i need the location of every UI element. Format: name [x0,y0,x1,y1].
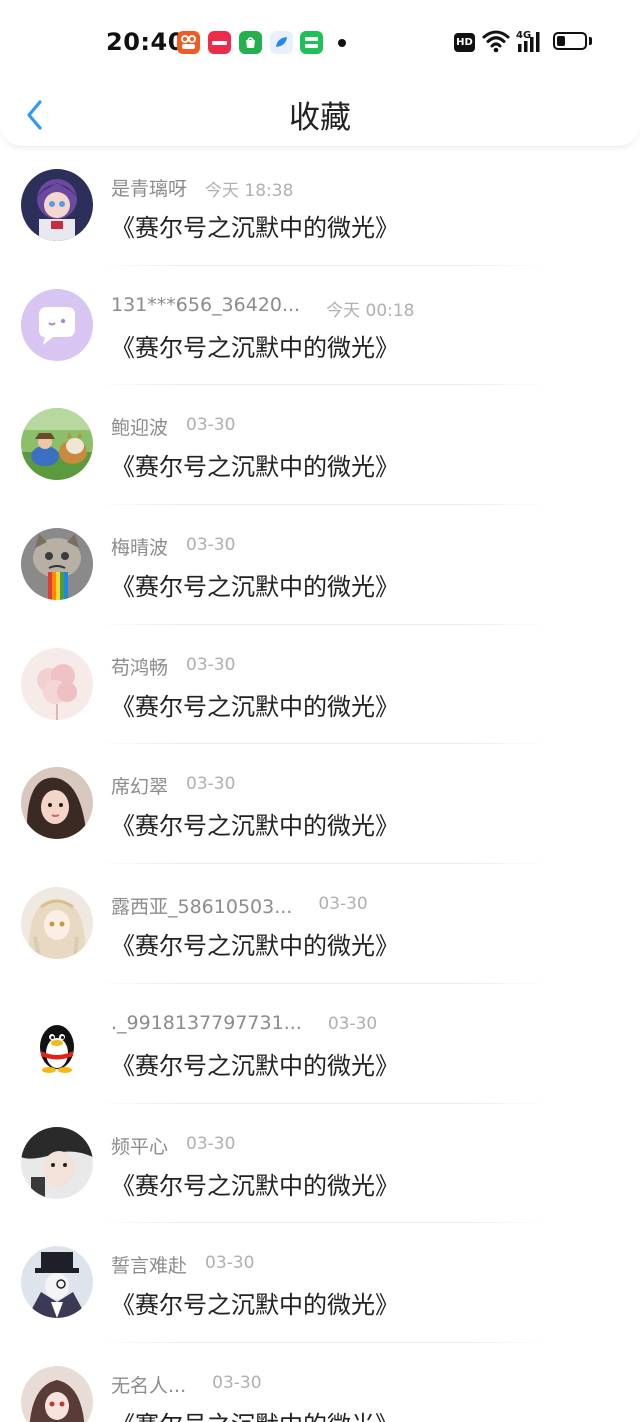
app-notification-icon [208,31,231,54]
work-title[interactable]: 《赛尔号之沉默中的微光》 [111,567,399,602]
username[interactable]: 席幻翠 [111,772,168,799]
avatar[interactable] [21,528,93,601]
meta-row: 席幻翠 03-30 [111,772,235,798]
work-title[interactable]: 《赛尔号之沉默中的微光》 [111,328,399,363]
list-item[interactable]: 苟鸿畅 03-30 《赛尔号之沉默中的微光》 [0,625,640,745]
username[interactable]: 露西亚_58610503... [111,892,292,919]
avatar[interactable] [21,1365,93,1422]
username[interactable]: 梅晴波 [111,533,168,560]
avatar[interactable] [21,887,93,960]
username[interactable]: 誓言难赴 [111,1251,187,1278]
meta-row: 誓言难赴 03-30 [111,1251,254,1277]
work-title[interactable]: 《赛尔号之沉默中的微光》 [111,1046,399,1081]
work-title[interactable]: 《赛尔号之沉默中的微光》 [111,806,399,841]
app-notification-icon [300,31,323,54]
timestamp: 今天 00:18 [326,300,415,321]
avatar[interactable] [21,1126,93,1199]
meta-row: 频平心 03-30 [111,1132,235,1158]
list-item[interactable]: 是青璃呀 今天 18:38 《赛尔号之沉默中的微光》 [0,146,640,266]
meta-row: 露西亚_58610503... 03-30 [111,892,368,918]
app-notification-icon [177,31,200,54]
timestamp: 03-30 [186,774,236,795]
meta-row: ._9918137797731... 03-30 [111,1012,377,1038]
timestamp: 今天 18:38 [205,181,294,201]
work-title[interactable]: 《赛尔号之沉默中的微光》 [111,687,399,722]
list-item[interactable]: 频平心 03-30 《赛尔号之沉默中的微光》 [0,1104,640,1224]
status-time: 20:40 [106,28,185,56]
status-bar: 20:40 HD 4G [0,0,640,86]
username[interactable]: 鲍迎波 [111,413,168,440]
more-notifications-icon [338,39,346,47]
avatar[interactable] [21,647,93,720]
meta-row: 梅晴波 03-30 [111,533,235,559]
meta-row: 无名人... 03-30 [111,1371,262,1397]
avatar[interactable] [21,169,93,241]
header: 20:40 HD 4G 收藏 [0,0,640,147]
page-title: 收藏 [289,100,351,136]
signal-icon: 4G [516,30,540,52]
work-title[interactable]: 《赛尔号之沉默中的微光》 [111,1285,399,1320]
timestamp: 03-30 [186,535,236,556]
timestamp: 03-30 [186,415,236,436]
timestamp: 03-30 [186,1133,236,1154]
list-item[interactable]: 无名人... 03-30 《赛尔号之沉默中的微光》 [0,1343,640,1422]
battery-level [557,36,565,46]
timestamp: 03-30 [318,894,368,915]
app-notification-icon [270,31,293,54]
timestamp: 03-30 [327,1013,378,1034]
favorites-screen: 20:40 HD 4G 收藏 是青璃呀 今天 18:38 《赛尔号之沉默中的微光… [0,0,640,1422]
hd-badge: HD [454,33,475,52]
app-notification-icon [239,31,262,54]
wifi-icon [482,30,510,53]
avatar[interactable] [21,408,93,481]
avatar[interactable] [21,1006,93,1079]
network-type: 4G [516,30,531,41]
work-title[interactable]: 《赛尔号之沉默中的微光》 [111,208,399,243]
avatar[interactable] [21,1246,93,1319]
nav-bar: 收藏 [0,86,640,142]
avatar[interactable] [21,767,93,840]
meta-row: 是青璃呀 今天 18:38 [111,174,294,201]
list-item[interactable]: 誓言难赴 03-30 《赛尔号之沉默中的微光》 [0,1223,640,1343]
timestamp: 03-30 [205,1253,255,1274]
list-item[interactable]: 梅晴波 03-30 《赛尔号之沉默中的微光》 [0,505,640,625]
work-title[interactable]: 《赛尔号之沉默中的微光》 [111,447,399,482]
work-title[interactable]: 《赛尔号之沉默中的微光》 [111,1166,399,1201]
list-item[interactable]: 席幻翠 03-30 《赛尔号之沉默中的微光》 [0,744,640,865]
meta-row: 鲍迎波 03-30 [111,413,235,439]
username[interactable]: 频平心 [111,1132,168,1159]
timestamp: 03-30 [186,654,236,675]
work-title[interactable]: 《赛尔号之沉默中的微光》 [111,926,399,961]
list-item[interactable]: 鲍迎波 03-30 《赛尔号之沉默中的微光》 [0,385,640,506]
list-item[interactable]: 露西亚_58610503... 03-30 《赛尔号之沉默中的微光》 [0,864,640,984]
username[interactable]: 苟鸿畅 [111,653,168,680]
battery-icon [553,32,587,50]
timestamp: 03-30 [212,1372,262,1393]
username[interactable]: 无名人... [111,1371,186,1398]
battery-cap [589,37,592,45]
list-item[interactable]: 131***656_36420... 今天 00:18 《赛尔号之沉默中的微光》 [0,266,640,386]
list-item[interactable]: ._9918137797731... 03-30 《赛尔号之沉默中的微光》 [0,984,640,1104]
meta-row: 苟鸿畅 03-30 [111,653,235,679]
work-title[interactable]: 《赛尔号之沉默中的微光》 [111,1405,399,1422]
avatar[interactable] [21,288,93,361]
username[interactable]: ._9918137797731... [111,1012,302,1034]
favorites-list: 是青璃呀 今天 18:38 《赛尔号之沉默中的微光》 131***656_36420.… [0,146,640,1422]
meta-row: 131***656_36420... 今天 00:18 [111,294,415,321]
username[interactable]: 131***656_36420... [111,294,300,316]
username[interactable]: 是青璃呀 [111,174,187,201]
